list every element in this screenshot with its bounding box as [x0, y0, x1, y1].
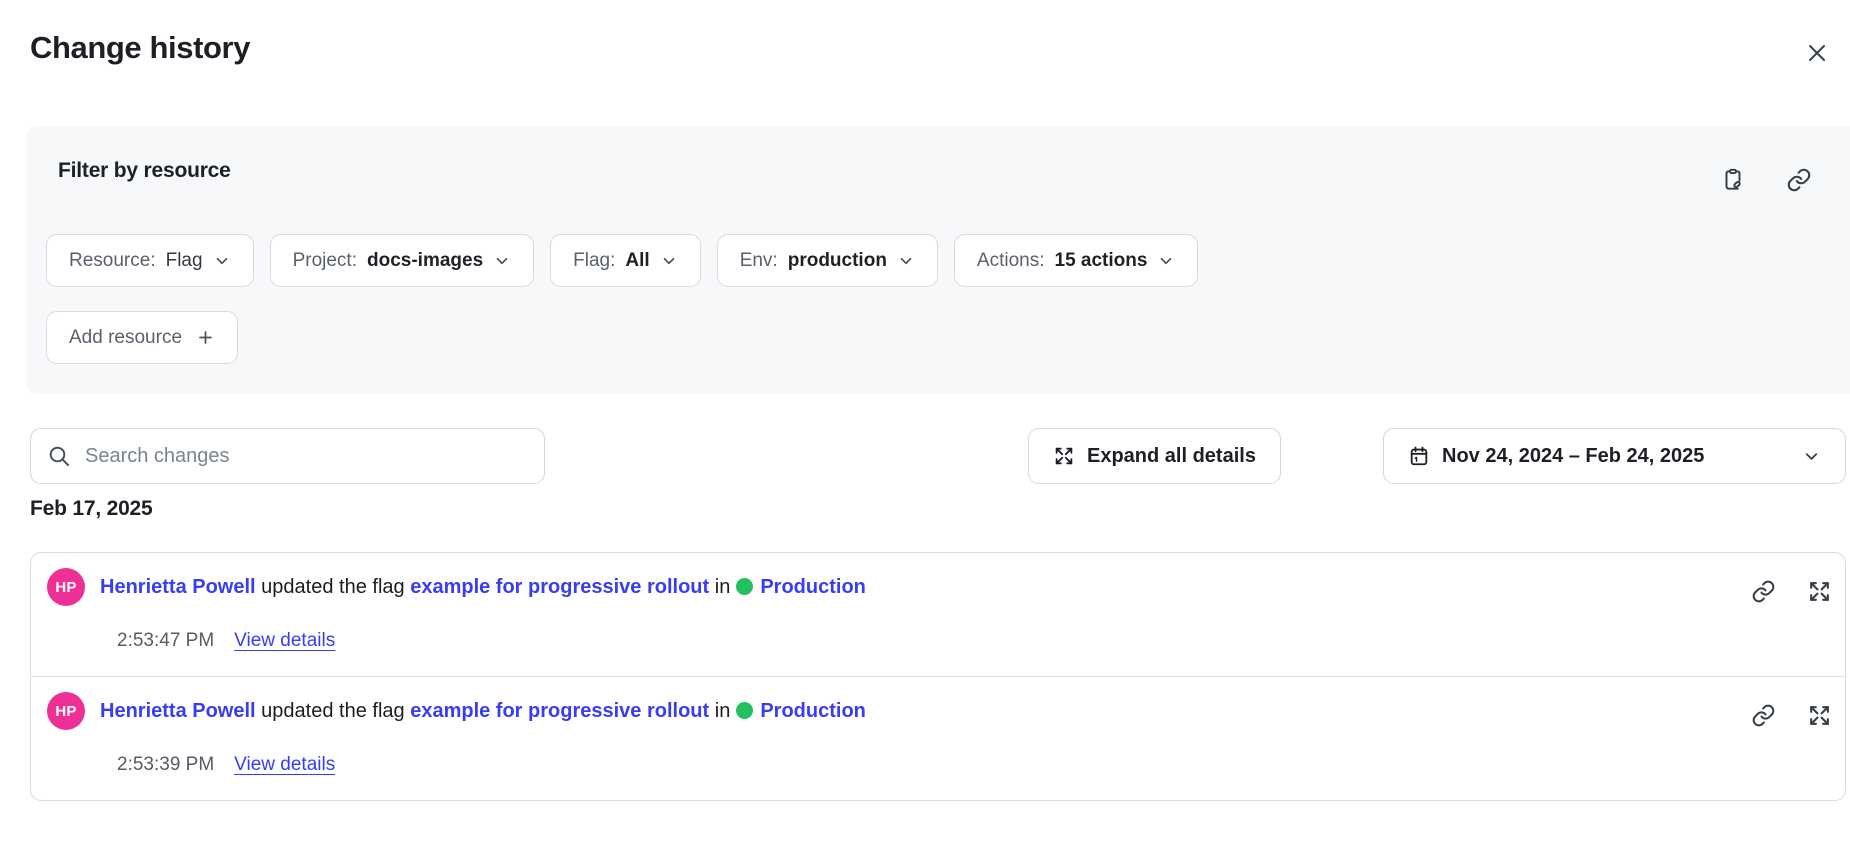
actor-link[interactable]: Henrietta Powell	[100, 700, 256, 722]
entry-timestamp: 2:53:39 PM	[117, 754, 214, 776]
change-entry: HP Henrietta Powell updated the flag exa…	[31, 553, 1845, 676]
copy-link-icon	[1751, 703, 1776, 728]
chip-label: Flag:	[573, 250, 615, 272]
chip-label: Actions:	[977, 250, 1045, 272]
arrows-maximize-icon	[1807, 703, 1832, 728]
chip-label: Env:	[740, 250, 778, 272]
chip-value: All	[625, 250, 649, 272]
expand-all-details-button[interactable]: Expand all details	[1028, 428, 1281, 484]
environment-link[interactable]: Production	[760, 700, 866, 722]
filter-chip-env[interactable]: Env: production	[717, 234, 938, 287]
chevron-down-icon	[493, 252, 511, 270]
add-resource-button[interactable]: Add resource	[46, 311, 238, 364]
date-range-label: Nov 24, 2024 – Feb 24, 2025	[1442, 445, 1704, 468]
add-resource-row: Add resource	[46, 311, 238, 364]
chip-value: production	[788, 250, 887, 272]
entry-summary: HP Henrietta Powell updated the flag exa…	[47, 692, 1765, 730]
date-group-header: Feb 17, 2025	[30, 497, 153, 521]
search-changes-box	[30, 428, 545, 484]
view-details-link[interactable]: View details	[234, 754, 335, 776]
entry-text: Henrietta Powell updated the flag exampl…	[100, 700, 866, 723]
filter-chip-project[interactable]: Project: docs-images	[270, 234, 535, 287]
action-text: updated the flag	[261, 700, 404, 722]
filter-chip-resource[interactable]: Resource: Flag	[46, 234, 254, 287]
close-icon	[1805, 41, 1829, 65]
copy-link-icon	[1751, 579, 1776, 604]
entry-meta: 2:53:39 PM View details	[117, 754, 1765, 776]
environment-status-dot	[736, 702, 753, 719]
action-text: updated the flag	[261, 576, 404, 598]
search-changes-input[interactable]	[85, 445, 528, 468]
add-resource-label: Add resource	[69, 327, 182, 349]
arrows-maximize-icon	[1807, 579, 1832, 604]
copy-link-filter-button[interactable]	[1785, 166, 1813, 194]
expand-entry-button[interactable]	[1805, 577, 1833, 605]
expand-all-details-label: Expand all details	[1087, 445, 1256, 468]
close-button[interactable]	[1800, 36, 1834, 70]
chip-value: 15 actions	[1055, 250, 1148, 272]
chip-value: docs-images	[367, 250, 483, 272]
chip-label: Resource:	[69, 250, 156, 272]
filter-by-resource-panel: Filter by resource	[26, 126, 1850, 394]
filter-chip-flag[interactable]: Flag: All	[550, 234, 701, 287]
entry-actions	[1749, 577, 1833, 605]
filter-chip-row: Resource: Flag Project: docs-images Flag…	[46, 234, 1198, 287]
environment-link[interactable]: Production	[760, 576, 866, 598]
flag-link[interactable]: example for progressive rollout	[410, 700, 709, 722]
chevron-down-icon	[897, 252, 915, 270]
chevron-down-icon	[213, 252, 231, 270]
avatar: HP	[47, 692, 85, 730]
entry-actions	[1749, 701, 1833, 729]
chip-label: Project:	[293, 250, 357, 272]
entry-text: Henrietta Powell updated the flag exampl…	[100, 576, 866, 599]
expand-entry-button[interactable]	[1805, 701, 1833, 729]
entry-timestamp: 2:53:47 PM	[117, 630, 214, 652]
entry-summary: HP Henrietta Powell updated the flag exa…	[47, 568, 1765, 606]
filter-chip-actions[interactable]: Actions: 15 actions	[954, 234, 1199, 287]
conjunction-text: in	[715, 576, 731, 598]
search-icon	[47, 444, 71, 468]
calendar-icon	[1408, 445, 1430, 467]
plus-icon	[196, 328, 215, 347]
clipboard-edit-icon	[1720, 167, 1746, 193]
filter-panel-title: Filter by resource	[58, 159, 231, 183]
chevron-down-icon	[1802, 447, 1821, 466]
actor-link[interactable]: Henrietta Powell	[100, 576, 256, 598]
arrows-maximize-icon	[1053, 445, 1075, 467]
chevron-down-icon	[1157, 252, 1175, 270]
copy-link-icon	[1786, 167, 1812, 193]
change-entries-list: HP Henrietta Powell updated the flag exa…	[30, 552, 1846, 801]
entry-meta: 2:53:47 PM View details	[117, 630, 1765, 652]
filter-panel-actions	[1719, 166, 1813, 194]
chip-value: Flag	[166, 250, 203, 272]
conjunction-text: in	[715, 700, 731, 722]
change-entry: HP Henrietta Powell updated the flag exa…	[31, 676, 1845, 800]
view-details-link[interactable]: View details	[234, 630, 335, 652]
chevron-down-icon	[660, 252, 678, 270]
page-title: Change history	[30, 30, 250, 66]
avatar: HP	[47, 568, 85, 606]
copy-filter-button[interactable]	[1719, 166, 1747, 194]
flag-link[interactable]: example for progressive rollout	[410, 576, 709, 598]
copy-entry-link-button[interactable]	[1749, 577, 1777, 605]
change-history-panel: Change history Filter by resource	[0, 0, 1850, 846]
copy-entry-link-button[interactable]	[1749, 701, 1777, 729]
environment-status-dot	[736, 578, 753, 595]
date-range-button[interactable]: Nov 24, 2024 – Feb 24, 2025	[1383, 428, 1846, 484]
